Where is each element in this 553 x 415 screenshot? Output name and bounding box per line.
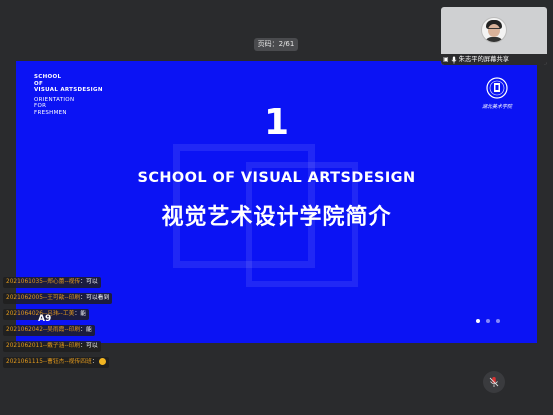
chat-text: 可以 [86,279,98,285]
screen-share-bar: ▣ 朱志平的屏幕共享 [441,54,547,65]
chat-message: 2021062042--吴雨霞--印刷：能 [3,325,95,336]
chat-message: 2021061035--郑心蕾--视传：可以 [3,277,101,288]
chat-sender: 2021061115--曹钰杰--视传四班 [6,359,92,365]
smile-emoji-icon [98,358,106,365]
chat-text: 可以看到 [86,295,110,301]
microphone-icon [489,377,499,387]
screen-share-label: 朱志平的屏幕共享 [458,56,510,63]
slide-pagination[interactable] [476,319,500,323]
chat-text: 可以 [86,343,98,349]
avatar [481,17,507,43]
microphone-icon [451,56,457,64]
chat-sender: 2021062005--王可歆--印刷 [6,295,81,301]
chat-text: 能 [80,311,87,317]
chat-sender: 2021062011--戴子涵--印刷 [6,343,81,349]
academy-emblem-icon [486,77,508,99]
slide-number: 1 [263,102,290,143]
overlay-label: A9 [38,314,52,324]
pagination-dot[interactable] [476,319,480,323]
school-line: VISUAL ARTSDESIGN [34,87,103,94]
mute-button[interactable] [483,371,505,393]
chat-text: 能 [86,327,92,333]
title-english: SCHOOL OF VISUAL ARTSDESIGN [137,170,416,186]
screen-share-icon: ▣ [443,56,449,63]
chat-message: 2021062011--戴子涵--印刷：可以 [3,341,101,352]
school-line: OF [34,80,44,87]
participant-video[interactable]: ▣ 朱志平的屏幕共享 [441,7,547,65]
chat-message: 2021062005--王可歆--印刷：可以看到 [3,293,113,304]
pagination-dot[interactable] [496,319,500,323]
school-line: SCHOOL [34,74,62,80]
page-indicator: 页码：2/61 [254,38,298,51]
chat-sender: 2021062042--吴雨霞--印刷 [6,327,81,333]
pagination-dot[interactable] [486,319,490,323]
chat-message: 2021061115--曹钰杰--视传四班： [3,357,109,368]
chat-sender: 2021061035--郑心蕾--视传 [6,279,81,285]
title-chinese: 视觉艺术设计学院简介 [161,205,392,230]
